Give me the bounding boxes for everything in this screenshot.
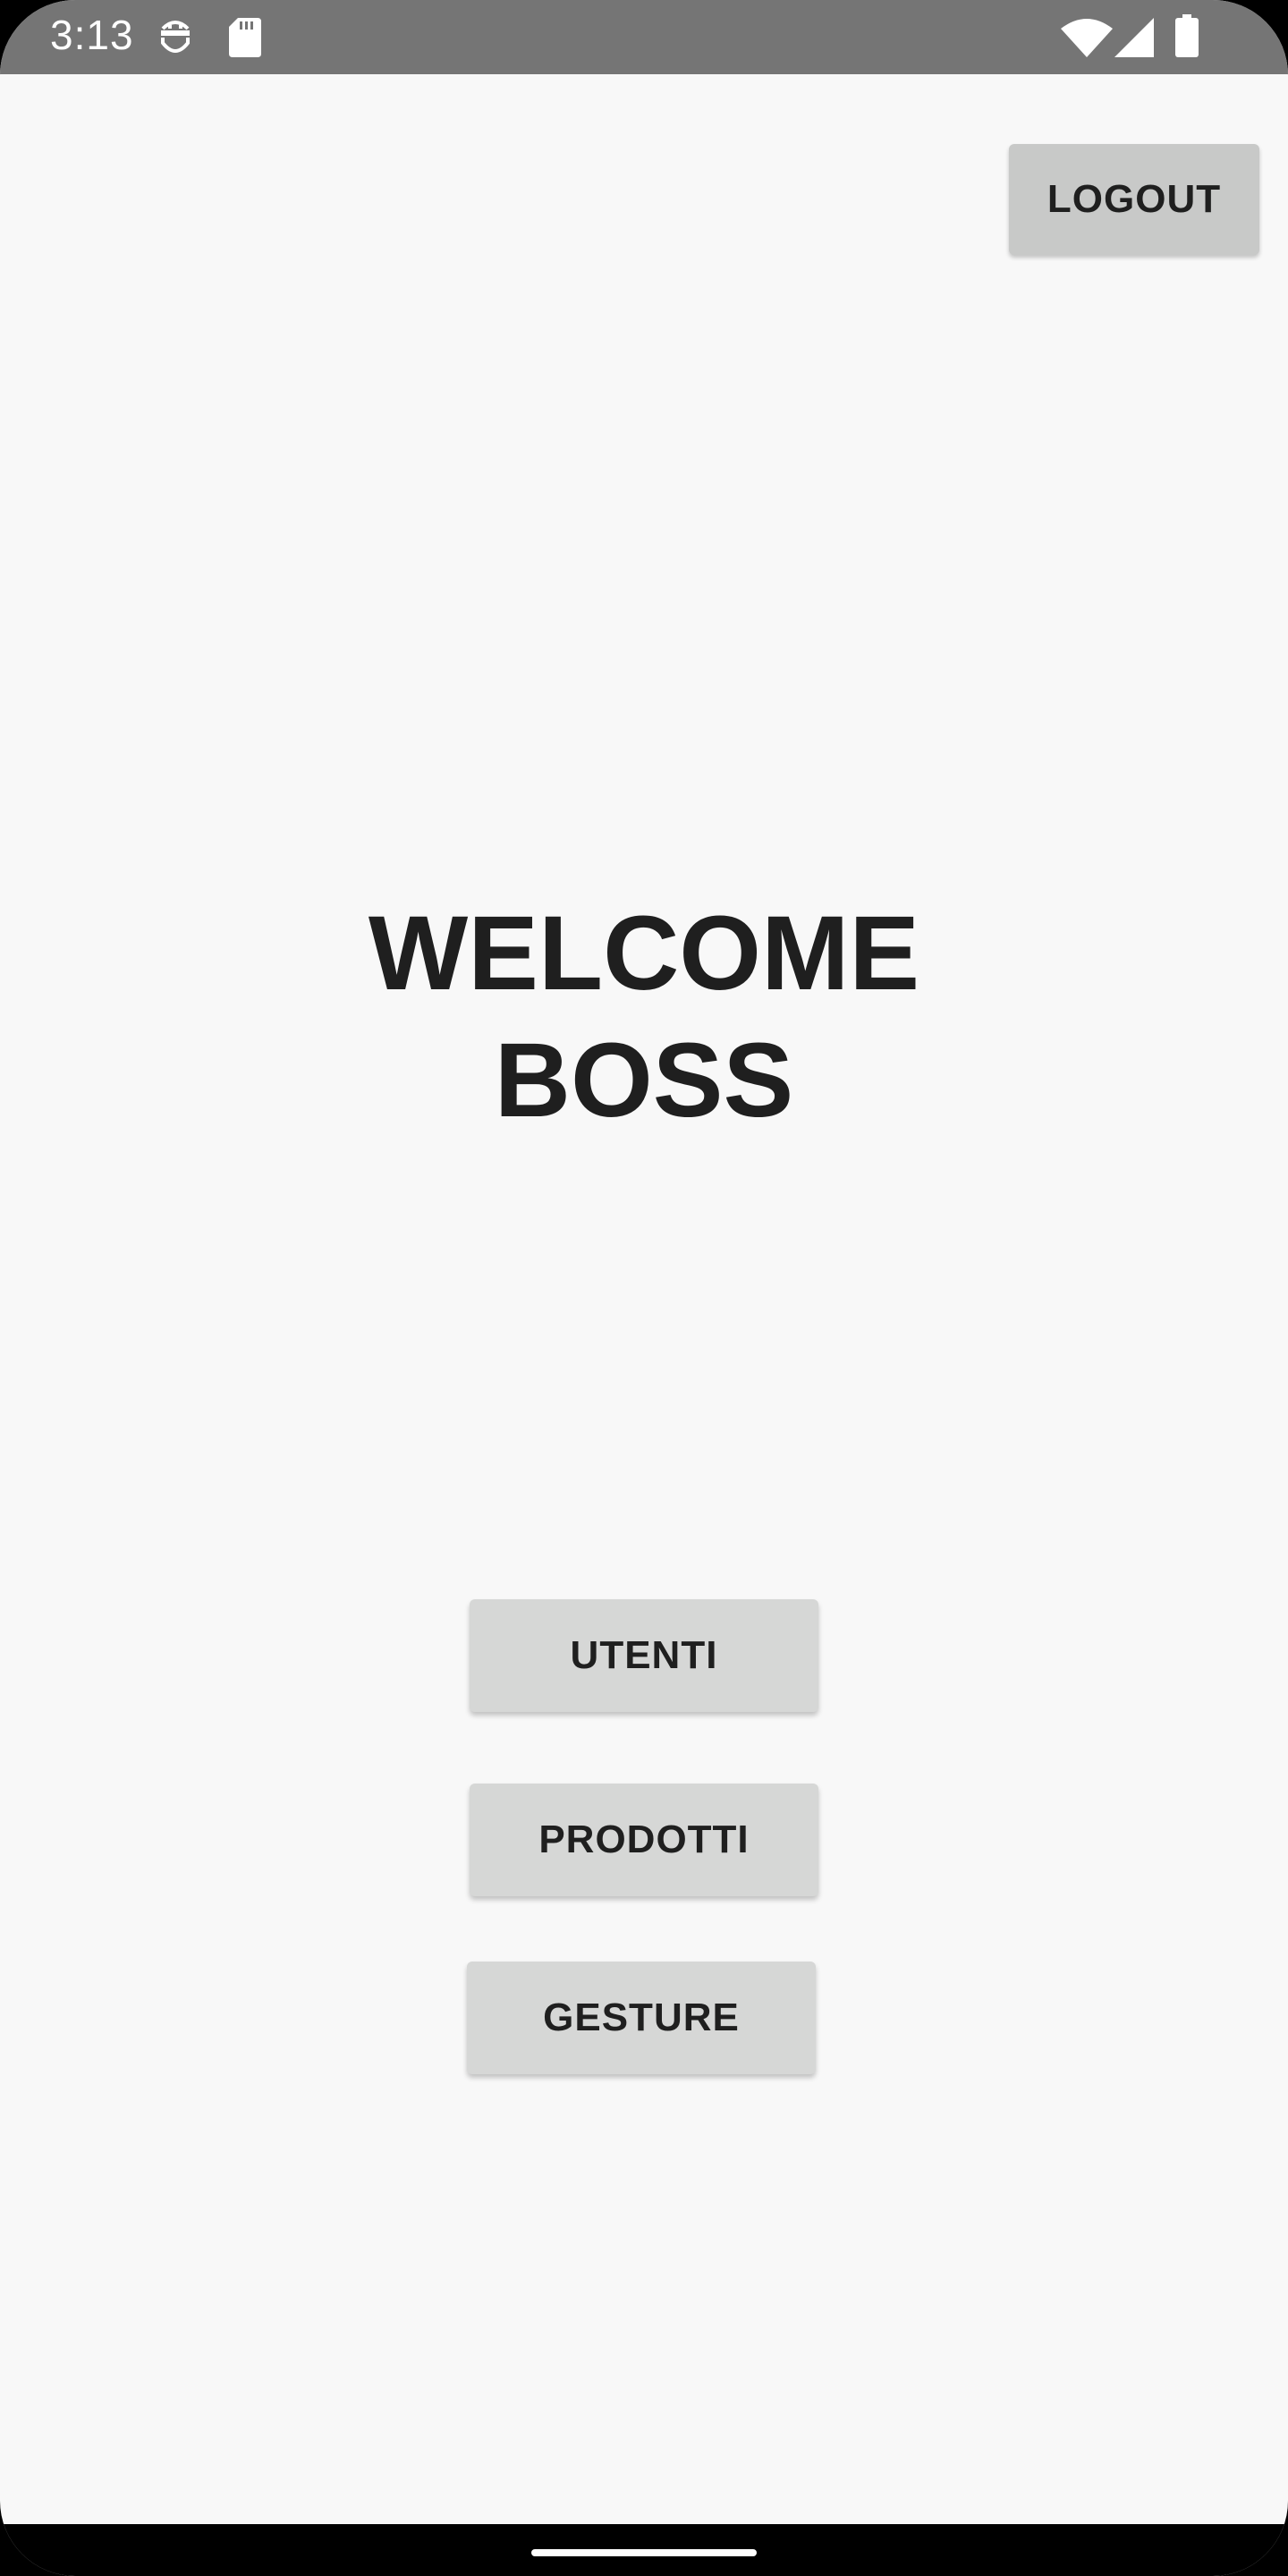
status-time: 3:13	[50, 12, 134, 58]
logout-button[interactable]: LOGOUT	[1009, 144, 1259, 255]
welcome-title-line1: WELCOME	[368, 894, 920, 1013]
wifi-icon	[1061, 18, 1113, 62]
utenti-button[interactable]: UTENTI	[470, 1599, 818, 1712]
cell-signal-icon	[1114, 18, 1154, 62]
welcome-title-line2: BOSS	[494, 1021, 794, 1140]
battery-icon	[1175, 14, 1199, 62]
gesture-button[interactable]: GESTURE	[467, 1962, 816, 2074]
prodotti-button[interactable]: PRODOTTI	[470, 1784, 818, 1896]
welcome-title: WELCOME BOSS	[0, 890, 1288, 1144]
app-screen: 3:13 LOGOUT WELCOME BOSS UTENTI PRODOTTI…	[0, 0, 1288, 2576]
home-gesture-handle[interactable]	[531, 2549, 757, 2556]
android-debug-icon	[157, 18, 193, 62]
status-bar: 3:13	[0, 0, 1288, 74]
sd-card-icon	[229, 18, 261, 62]
navigation-bar	[0, 2524, 1288, 2576]
